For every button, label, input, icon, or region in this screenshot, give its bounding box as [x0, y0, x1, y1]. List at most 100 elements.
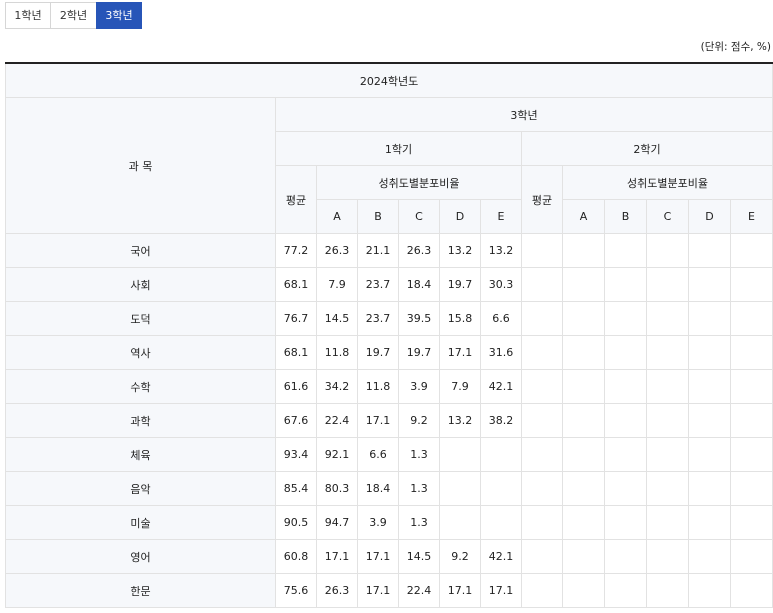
dist-cell: 26.3 — [398, 233, 440, 268]
table-row: 한문 75.6 26.3 17.1 22.4 17.1 17.1 — [5, 573, 773, 608]
table-row: 음악 85.4 80.3 18.4 1.3 — [5, 471, 773, 506]
dist-cell: 17.1 — [357, 573, 399, 608]
dist-cell — [480, 437, 522, 472]
dist-cell: 19.7 — [398, 335, 440, 370]
subject-header: 과 목 — [5, 97, 276, 234]
semester-1-header: 1학기 — [275, 131, 522, 166]
dist-cell: 14.5 — [316, 301, 358, 336]
dist-cell: 1.3 — [398, 505, 440, 540]
dist-cell — [562, 301, 605, 336]
dist-cell — [604, 471, 647, 506]
dist-cell — [688, 369, 731, 404]
avg-cell — [521, 369, 563, 404]
avg-header-s2: 평균 — [521, 165, 563, 234]
dist-cell — [604, 301, 647, 336]
grade-e-header: E — [480, 199, 522, 234]
dist-cell — [604, 335, 647, 370]
dist-cell: 6.6 — [357, 437, 399, 472]
subject-cell: 음악 — [5, 471, 276, 506]
tab-grade-2[interactable]: 2학년 — [50, 2, 97, 29]
dist-cell — [646, 335, 689, 370]
dist-cell: 13.2 — [480, 233, 522, 268]
dist-cell — [562, 505, 605, 540]
avg-cell — [521, 233, 563, 268]
dist-cell: 17.1 — [480, 573, 522, 608]
dist-cell — [562, 573, 605, 608]
achievement-table: 2024학년도 과 목 3학년 1학기 2학기 평균 성취도별분포비율 평균 성… — [4, 62, 773, 608]
dist-cell: 26.3 — [316, 233, 358, 268]
dist-cell — [604, 505, 647, 540]
dist-cell: 11.8 — [357, 369, 399, 404]
unit-note: (단위: 점수, %) — [700, 41, 771, 53]
tab-grade-1[interactable]: 1학년 — [5, 2, 51, 29]
table-row: 미술 90.5 94.7 3.9 1.3 — [5, 505, 773, 540]
grade-c-header: C — [646, 199, 689, 234]
dist-cell — [729, 301, 773, 336]
grade-d-header: D — [439, 199, 481, 234]
dist-cell: 22.4 — [316, 403, 358, 438]
avg-cell: 61.6 — [275, 369, 317, 404]
dist-cell — [688, 233, 731, 268]
dist-cell — [729, 403, 773, 438]
dist-cell — [688, 539, 731, 574]
table-row: 영어 60.8 17.1 17.1 14.5 9.2 42.1 — [5, 539, 773, 574]
dist-header-s2: 성취도별분포비율 — [561, 165, 773, 200]
dist-cell — [604, 403, 647, 438]
dist-cell — [646, 573, 689, 608]
dist-cell: 30.3 — [480, 267, 522, 302]
dist-cell — [604, 437, 647, 472]
dist-cell: 17.1 — [357, 403, 399, 438]
dist-cell — [562, 437, 605, 472]
dist-cell: 38.2 — [480, 403, 522, 438]
grade-b-header: B — [604, 199, 647, 234]
dist-cell — [646, 437, 689, 472]
dist-cell — [729, 267, 773, 302]
avg-cell: 90.5 — [275, 505, 317, 540]
avg-cell: 68.1 — [275, 267, 317, 302]
subject-cell: 체육 — [5, 437, 276, 472]
dist-cell: 23.7 — [357, 267, 399, 302]
dist-cell — [604, 573, 647, 608]
dist-cell — [688, 267, 731, 302]
dist-cell: 31.6 — [480, 335, 522, 370]
subject-cell: 사회 — [5, 267, 276, 302]
dist-cell — [480, 471, 522, 506]
dist-cell: 23.7 — [357, 301, 399, 336]
avg-cell — [521, 539, 563, 574]
dist-cell: 11.8 — [316, 335, 358, 370]
subject-cell: 역사 — [5, 335, 276, 370]
dist-cell — [729, 369, 773, 404]
avg-cell — [521, 335, 563, 370]
dist-cell — [688, 573, 731, 608]
year-header: 2024학년도 — [4, 62, 773, 98]
dist-cell: 19.7 — [357, 335, 399, 370]
dist-cell: 42.1 — [480, 369, 522, 404]
tab-grade-3[interactable]: 3학년 — [96, 2, 142, 29]
dist-cell — [646, 301, 689, 336]
subject-cell: 과학 — [5, 403, 276, 438]
avg-cell: 85.4 — [275, 471, 317, 506]
dist-cell — [729, 335, 773, 370]
dist-cell: 21.1 — [357, 233, 399, 268]
dist-cell: 1.3 — [398, 437, 440, 472]
dist-cell — [439, 471, 481, 506]
dist-cell: 9.2 — [439, 539, 481, 574]
dist-cell — [646, 233, 689, 268]
subject-cell: 미술 — [5, 505, 276, 540]
dist-cell — [646, 403, 689, 438]
dist-cell — [688, 437, 731, 472]
grade-tabs: 1학년 2학년 3학년 — [5, 2, 142, 29]
dist-cell — [604, 267, 647, 302]
dist-cell — [646, 505, 689, 540]
dist-cell — [646, 471, 689, 506]
avg-cell: 75.6 — [275, 573, 317, 608]
dist-cell: 1.3 — [398, 471, 440, 506]
table-row: 역사 68.1 11.8 19.7 19.7 17.1 31.6 — [5, 335, 773, 370]
avg-cell: 76.7 — [275, 301, 317, 336]
grade-c-header: C — [398, 199, 440, 234]
subject-cell: 한문 — [5, 573, 276, 608]
dist-cell: 92.1 — [316, 437, 358, 472]
dist-cell — [604, 539, 647, 574]
dist-cell: 3.9 — [357, 505, 399, 540]
grade-d-header: D — [688, 199, 731, 234]
